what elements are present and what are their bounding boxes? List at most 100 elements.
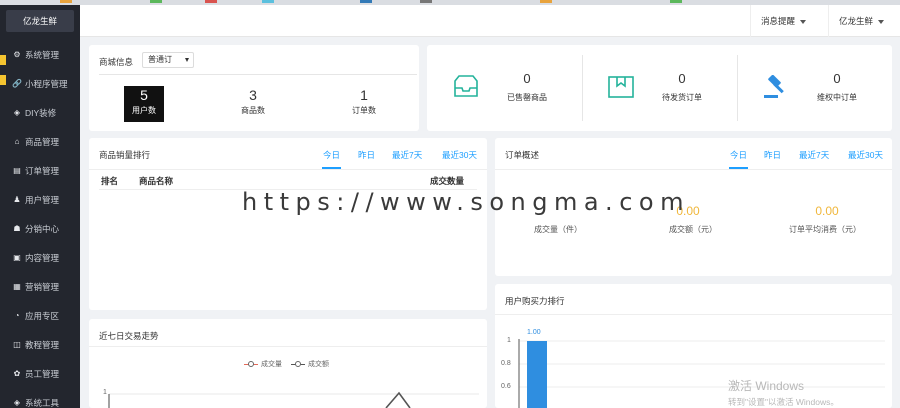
link-icon: 🔗: [12, 79, 22, 88]
sidebar-item-label: 教程管理: [25, 339, 60, 350]
tools-icon: ◈: [13, 398, 21, 407]
stat-sold-out[interactable]: 0 已售罄商品: [427, 45, 582, 131]
sidebar-item-label: 订单管理: [25, 165, 60, 176]
order-overview-title: 订单概述: [505, 150, 540, 160]
marketing-icon: ▦: [13, 282, 21, 291]
sales-rank-title: 商品销量排行: [99, 150, 151, 160]
tab-today[interactable]: 今日: [730, 149, 747, 161]
sidebar-item-1[interactable]: 🔗 小程序管理: [0, 69, 80, 98]
stat-value: 1: [360, 87, 368, 103]
sidebar-item-label: DIY装修: [25, 107, 57, 118]
tab-yesterday[interactable]: 昨日: [764, 149, 781, 161]
column-product-name: 商品名称: [139, 176, 174, 186]
user-icon: ♟: [13, 195, 21, 204]
stat-refunding[interactable]: 0 维权中订单: [737, 45, 892, 131]
sidebar-item-label: 用户管理: [25, 194, 60, 205]
divider: [495, 169, 892, 170]
order-icon: ▤: [13, 166, 21, 175]
shop-info-title: 商城信息: [99, 57, 134, 67]
sales-rank-card: 商品销量排行 今日 昨日 最近7天 最近30天 排名 商品名称 成交数量: [89, 138, 487, 310]
stat-label: 商品数: [241, 106, 265, 115]
sidebar-item-3[interactable]: ⌂ 商品管理: [0, 127, 80, 156]
stat-value: 3: [249, 87, 257, 103]
app-icon: ◔: [14, 311, 20, 320]
top-header: 消息提醒 亿龙生鲜: [80, 5, 900, 37]
sidebar-item-6[interactable]: ☗ 分销中心: [0, 214, 80, 243]
tab-last-30-days[interactable]: 最近30天: [442, 149, 477, 161]
sidebar-item-label: 商品管理: [25, 136, 60, 147]
buying-power-chart: [518, 339, 885, 408]
chevron-down-icon: [800, 19, 807, 24]
overview-label: 订单平均消费（元）: [789, 225, 861, 234]
stat-label: 用户数: [132, 106, 156, 115]
side-tab-marker: [0, 55, 6, 65]
messages-label: 消息提醒: [761, 16, 796, 26]
sidebar-item-11[interactable]: ✿ 员工管理: [0, 359, 80, 388]
tab-last-7-days[interactable]: 最近7天: [392, 149, 422, 161]
sidebar-item-4[interactable]: ▤ 订单管理: [0, 156, 80, 185]
stat-value: 5: [140, 87, 148, 103]
tutorial-icon: ◫: [13, 340, 21, 349]
shop-info-card: 商城信息 普通订 5 用户数 3 商品数 1 订单数: [89, 45, 419, 131]
windows-activation-hint: 转到"设置"以激活 Windows。: [728, 397, 839, 407]
sidebar-item-7[interactable]: ▣ 内容管理: [0, 243, 80, 272]
stat-label: 订单数: [352, 106, 376, 115]
order-type-value: 普通订: [148, 55, 172, 64]
sidebar-item-label: 分销中心: [25, 223, 60, 234]
stat-label: 待发货订单: [662, 93, 702, 102]
brand-logo[interactable]: 亿龙生鲜: [6, 10, 74, 32]
order-stats-card: 0 已售罄商品 0 待发货订单 0 维权中订单: [427, 45, 892, 131]
buying-power-card: 用户购买力排行 1 0.8 0.6 1.00: [495, 284, 892, 408]
diy-icon: ◈: [13, 108, 21, 117]
sidebar-item-label: 应用专区: [25, 310, 60, 321]
home-icon: ⌂: [14, 137, 20, 146]
gavel-icon: [764, 75, 784, 98]
distribution-icon: ☗: [13, 224, 21, 233]
order-type-select[interactable]: 普通订: [142, 52, 194, 68]
user-dropdown[interactable]: 亿龙生鲜: [828, 5, 900, 37]
sidebar-item-label: 营销管理: [25, 281, 60, 292]
gear-icon: ⚙: [13, 50, 21, 59]
overview-label: 成交量（件）: [534, 225, 582, 234]
windows-activation-title: 激活 Windows: [728, 379, 805, 393]
tray-icon: [454, 75, 478, 97]
sidebar-item-label: 内容管理: [25, 252, 60, 263]
staff-icon: ✿: [13, 369, 21, 378]
overview-value: 0.00: [815, 204, 839, 218]
trade-trend-card: 近七日交易走势 成交量 成交额 1: [89, 319, 487, 408]
shipping-box-icon: [608, 76, 634, 98]
stat-value: 0: [833, 71, 841, 86]
stat-users[interactable]: 5 用户数: [124, 86, 164, 122]
content-icon: ▣: [13, 253, 21, 262]
sidebar-item-0[interactable]: ⚙ 系统管理: [0, 40, 80, 69]
column-rank: 排名: [101, 176, 119, 186]
stat-label: 维权中订单: [817, 93, 857, 102]
stat-value: 0: [523, 71, 531, 86]
watermark: https://www.songma.com: [242, 188, 690, 216]
chevron-down-icon: [878, 19, 885, 24]
tab-last-7-days[interactable]: 最近7天: [799, 149, 829, 161]
sidebar: 亿龙生鲜 ⚙ 系统管理 🔗 小程序管理 ◈ DIY装修 ⌂ 商品管理 ▤ 订单管理 ♟ 用户管理 ☗ 分销…: [0, 5, 80, 408]
sidebar-item-8[interactable]: ▦ 营销管理: [0, 272, 80, 301]
sidebar-item-5[interactable]: ♟ 用户管理: [0, 185, 80, 214]
tab-yesterday[interactable]: 昨日: [358, 149, 375, 161]
series-line: [385, 391, 411, 408]
sidebar-item-label: 系统工具: [25, 397, 60, 408]
stat-orders[interactable]: 1 订单数: [344, 86, 384, 122]
dropdown-arrow-icon: [185, 58, 189, 62]
sidebar-item-label: 系统管理: [25, 49, 60, 60]
column-quantity: 成交数量: [430, 176, 465, 186]
tab-today[interactable]: 今日: [323, 149, 340, 161]
bar: [527, 341, 547, 408]
messages-dropdown[interactable]: 消息提醒: [750, 5, 826, 37]
sidebar-item-9[interactable]: ◔ 应用专区: [0, 301, 80, 330]
stat-pending-shipment[interactable]: 0 待发货订单: [582, 45, 737, 131]
sidebar-item-12[interactable]: ◈ 系统工具: [0, 388, 80, 408]
stat-products[interactable]: 3 商品数: [233, 86, 273, 122]
divider: [99, 74, 417, 75]
tab-last-30-days[interactable]: 最近30天: [848, 149, 883, 161]
sidebar-item-2[interactable]: ◈ DIY装修: [0, 98, 80, 127]
sidebar-item-10[interactable]: ◫ 教程管理: [0, 330, 80, 359]
sidebar-item-label: 员工管理: [25, 368, 60, 379]
trend-chart: [108, 391, 479, 408]
